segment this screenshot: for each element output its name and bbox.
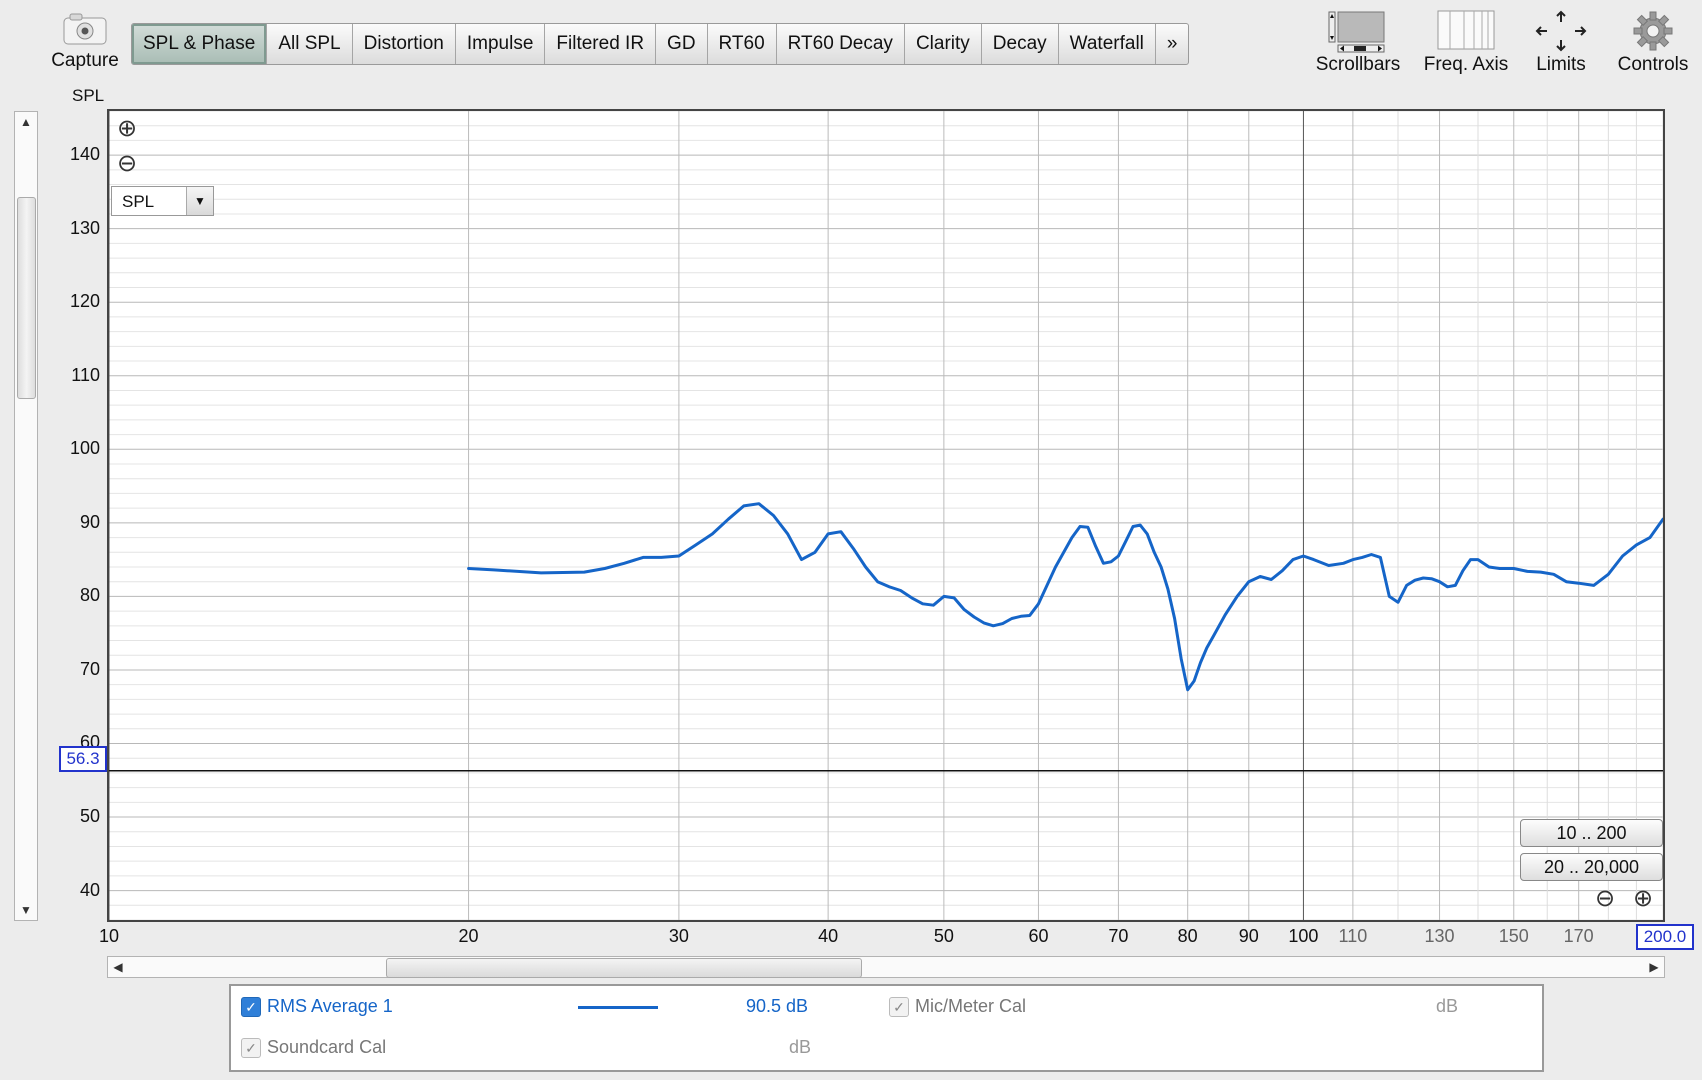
horizontal-scrollbar[interactable]: ◀ ▶: [107, 956, 1665, 978]
tab-more[interactable]: »: [1156, 24, 1189, 64]
x-tick-label: 100: [1288, 926, 1319, 946]
x-tick-label: 80: [1177, 926, 1198, 946]
y-axis-selector[interactable]: SPL ▼: [111, 186, 214, 216]
limits-button[interactable]: Limits: [1515, 8, 1607, 76]
x-tick-label: 40: [818, 926, 839, 946]
mic-meter-cal-unit: dB: [1436, 996, 1459, 1016]
gear-icon: [1633, 11, 1673, 51]
controls-button[interactable]: Controls: [1610, 8, 1696, 76]
scroll-up-arrow-icon[interactable]: ▲: [15, 112, 37, 132]
y-tick-label: 70: [79, 658, 100, 679]
limits-label: Limits: [1536, 54, 1586, 75]
rms-average-label[interactable]: RMS Average 1: [267, 996, 393, 1017]
y-tick-label: 100: [69, 438, 100, 459]
tab-bar: SPL & Phase All SPL Distortion Impulse Filte…: [131, 23, 1190, 65]
tab-distortion[interactable]: Distortion: [353, 24, 456, 64]
scroll-down-arrow-icon[interactable]: ▼: [15, 900, 37, 920]
tab-spl-phase[interactable]: SPL & Phase: [132, 24, 268, 64]
freq-axis-label: Freq. Axis: [1423, 54, 1509, 75]
y-axis-title: SPL: [72, 86, 105, 105]
scroll-left-arrow-icon[interactable]: ◀: [108, 957, 128, 977]
rms-average-line-swatch: [578, 1006, 658, 1009]
controls-label: Controls: [1617, 54, 1689, 75]
tab-decay[interactable]: Decay: [982, 24, 1059, 64]
x-tick-label-minor: 110: [1338, 926, 1368, 946]
scrollbars-button[interactable]: Scrollbars: [1310, 8, 1406, 76]
y-tick-label: 140: [69, 144, 100, 165]
y-tick-label: 90: [79, 511, 100, 532]
soundcard-cal-unit: dB: [789, 1037, 812, 1057]
y-tick-label: 120: [69, 291, 100, 312]
rms-average-checkbox[interactable]: ✓: [241, 997, 261, 1017]
soundcard-cal-checkbox[interactable]: ✓: [241, 1038, 261, 1058]
x-tick-label: 20: [458, 926, 479, 946]
horizontal-scroll-thumb[interactable]: [386, 958, 862, 978]
spl-plot-area[interactable]: [107, 109, 1665, 922]
x-tick-label: 60: [1028, 926, 1049, 946]
x-tick-label: 30: [668, 926, 689, 946]
x-cursor-value[interactable]: 200.0: [1636, 924, 1694, 950]
rms-average-value: 90.5 dB: [746, 996, 809, 1016]
y-cursor-value[interactable]: 56.3: [59, 746, 107, 772]
scrollbars-label: Scrollbars: [1315, 54, 1401, 75]
freq-axis-icon: [1437, 10, 1495, 50]
freq-axis-button[interactable]: Freq. Axis: [1418, 8, 1514, 76]
y-tick-label: 40: [79, 879, 100, 900]
camera-icon: [63, 13, 107, 45]
zoom-in-icon[interactable]: ⊕: [117, 117, 137, 141]
tab-impulse[interactable]: Impulse: [456, 24, 546, 64]
zoom-out-icon[interactable]: ⊖: [117, 152, 137, 176]
scrollbars-icon: [1328, 11, 1385, 53]
capture-button[interactable]: Capture: [42, 10, 128, 76]
legend-panel: ✓ RMS Average 1 90.5 dB ✓ Mic/Meter Cal …: [229, 984, 1544, 1072]
limits-icon: [1535, 10, 1587, 52]
capture-label: Capture: [51, 50, 119, 71]
x-tick-label-minor: 130: [1424, 926, 1455, 946]
vertical-scrollbar[interactable]: ▲ ▼: [14, 111, 38, 921]
y-tick-label: 80: [79, 585, 100, 606]
x-tick-label: 70: [1108, 926, 1129, 946]
tab-gd[interactable]: GD: [656, 24, 708, 64]
spl-chart[interactable]: [109, 111, 1663, 920]
x-tick-label: 90: [1238, 926, 1259, 946]
soundcard-cal-label[interactable]: Soundcard Cal: [267, 1037, 386, 1058]
scroll-right-arrow-icon[interactable]: ▶: [1644, 957, 1664, 977]
y-tick-label: 50: [79, 806, 100, 827]
vertical-scroll-thumb[interactable]: [17, 197, 36, 399]
x-tick-label-minor: 170: [1563, 926, 1594, 946]
range-10-200-button[interactable]: 10 .. 200: [1520, 819, 1663, 847]
mic-meter-cal-checkbox[interactable]: ✓: [889, 997, 909, 1017]
x-zoom-out-icon[interactable]: ⊖: [1595, 887, 1615, 911]
tab-waterfall[interactable]: Waterfall: [1059, 24, 1156, 64]
tab-rt60[interactable]: RT60: [708, 24, 777, 64]
x-tick-label: 50: [933, 926, 954, 946]
chevron-down-icon: ▼: [186, 187, 213, 215]
y-tick-label: 130: [69, 217, 100, 238]
x-zoom-in-icon[interactable]: ⊕: [1633, 887, 1653, 911]
range-20-20000-button[interactable]: 20 .. 20,000: [1520, 853, 1663, 881]
tab-filtered-ir[interactable]: Filtered IR: [545, 24, 657, 64]
x-tick-label-minor: 150: [1498, 926, 1529, 946]
tab-clarity[interactable]: Clarity: [905, 24, 982, 64]
mic-meter-cal-label[interactable]: Mic/Meter Cal: [915, 996, 1026, 1017]
tab-rt60-decay[interactable]: RT60 Decay: [777, 24, 905, 64]
y-axis-selector-value: SPL: [122, 192, 155, 211]
x-tick-label: 10: [98, 926, 120, 946]
y-tick-label: 110: [71, 364, 100, 385]
tab-all-spl[interactable]: All SPL: [267, 24, 353, 64]
